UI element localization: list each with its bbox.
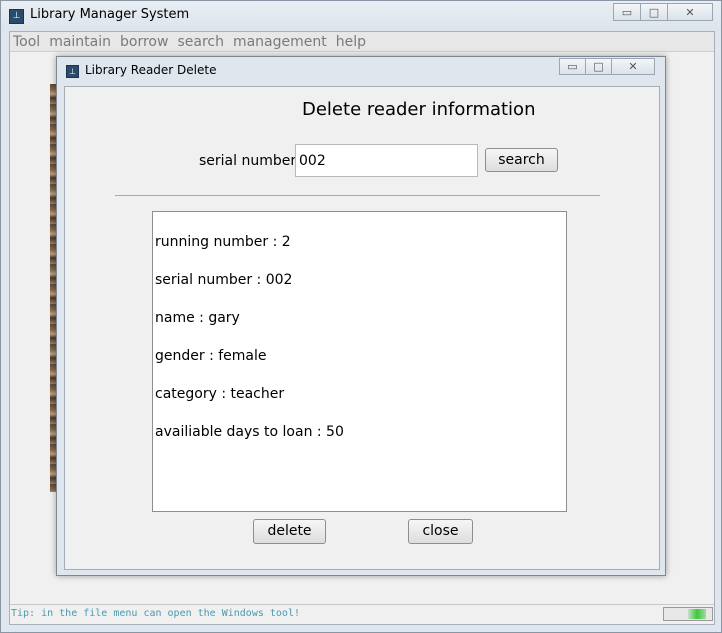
separator — [115, 195, 600, 196]
serial-number-label: serial number — [199, 153, 297, 169]
reader-info-panel: running number : 2 serial number : 002 n… — [152, 211, 567, 512]
status-tip: Tip: in the file menu can open the Windo… — [11, 608, 300, 619]
info-loan-days: availiable days to loan : 50 — [155, 424, 344, 440]
info-gender: gender : female — [155, 348, 267, 364]
menu-management[interactable]: management — [229, 32, 331, 52]
serial-number-input[interactable] — [295, 144, 478, 177]
minimize-button[interactable]: ▭ — [613, 3, 641, 21]
app-logo-icon: ⊥ — [9, 9, 24, 24]
minimize-icon: ▭ — [621, 5, 633, 19]
menubar: Tool maintain borrow search management h… — [10, 32, 714, 52]
info-name: name : gary — [155, 310, 240, 326]
info-category: category : teacher — [155, 386, 285, 402]
main-window-title: Library Manager System — [30, 7, 190, 22]
dialog-maximize-button[interactable]: □ — [585, 58, 612, 75]
statusbar: Tip: in the file menu can open the Windo… — [10, 604, 714, 624]
dialog-body: Delete reader information serial number … — [64, 86, 660, 570]
minimize-icon: ▭ — [567, 60, 578, 73]
close-window-button[interactable]: ✕ — [667, 3, 713, 21]
close-icon: ✕ — [685, 5, 695, 19]
maximize-icon: □ — [593, 60, 604, 73]
menu-search[interactable]: search — [173, 32, 228, 52]
menu-tool[interactable]: Tool — [10, 32, 44, 52]
dialog-heading: Delete reader information — [302, 99, 536, 120]
dialog-logo-icon: ⊥ — [66, 65, 79, 78]
info-serial-number: serial number : 002 — [155, 272, 293, 288]
reader-delete-dialog: ⊥ Library Reader Delete ▭ □ ✕ Delete rea… — [56, 56, 666, 576]
search-button[interactable]: search — [485, 148, 558, 172]
menu-borrow[interactable]: borrow — [116, 32, 172, 52]
maximize-button[interactable]: □ — [640, 3, 668, 21]
dialog-title: Library Reader Delete — [85, 63, 217, 77]
close-button[interactable]: close — [408, 519, 473, 544]
main-titlebar[interactable]: ⊥ Library Manager System ▭ □ ✕ — [1, 1, 721, 31]
menu-help[interactable]: help — [332, 32, 370, 52]
dialog-titlebar[interactable]: ⊥ Library Reader Delete ▭ □ ✕ — [57, 57, 665, 85]
dialog-controls: ▭ □ ✕ — [559, 58, 655, 75]
delete-button[interactable]: delete — [253, 519, 326, 544]
progress-fill — [688, 609, 706, 619]
close-icon: ✕ — [628, 60, 638, 73]
menu-maintain[interactable]: maintain — [45, 32, 115, 52]
info-running-number: running number : 2 — [155, 234, 291, 250]
progress-indicator — [663, 607, 713, 621]
dialog-close-window-button[interactable]: ✕ — [611, 58, 655, 75]
maximize-icon: □ — [648, 5, 660, 19]
main-window-controls: ▭ □ ✕ — [613, 3, 713, 21]
dialog-minimize-button[interactable]: ▭ — [559, 58, 586, 75]
